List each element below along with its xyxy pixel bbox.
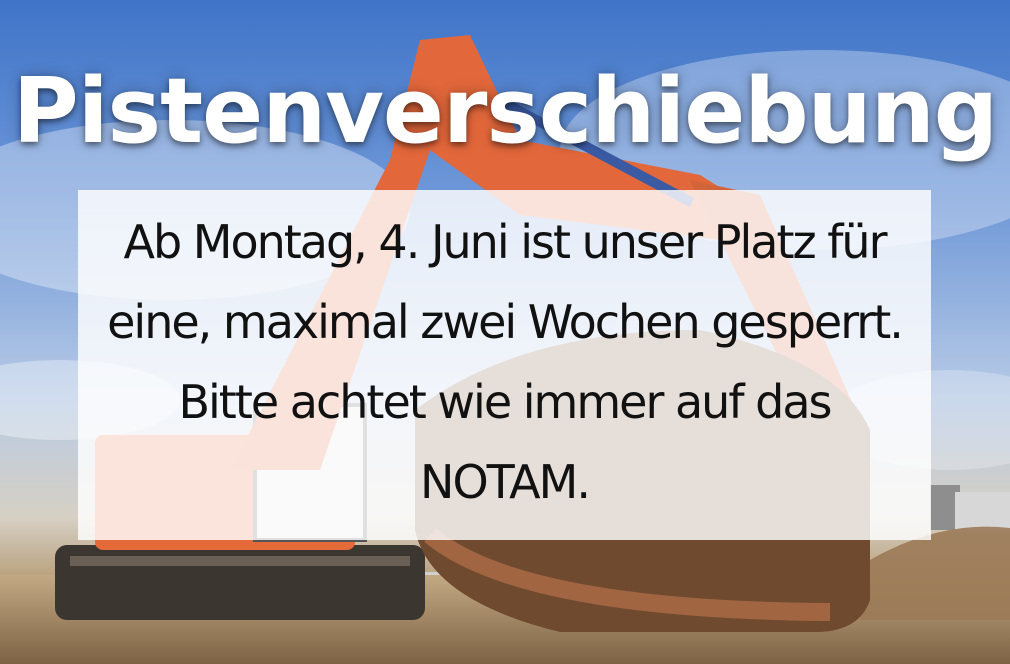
notice-line: Bitte achtet wie immer auf das (178, 375, 832, 429)
dirt-pile (860, 526, 1010, 620)
track-detail (70, 556, 410, 566)
poster: Pistenverschiebung Ab Montag, 4. Juni is… (0, 0, 1010, 664)
notice-line: Ab Montag, 4. Juni ist unser Platz für (123, 215, 887, 269)
headline: Pistenverschiebung (12, 59, 998, 164)
notice-line: NOTAM. (420, 455, 591, 509)
notice-box: Ab Montag, 4. Juni ist unser Platz für e… (78, 190, 931, 540)
building (955, 492, 1010, 532)
notice-line: eine, maximal zwei Wochen gesperrt. (107, 295, 904, 349)
